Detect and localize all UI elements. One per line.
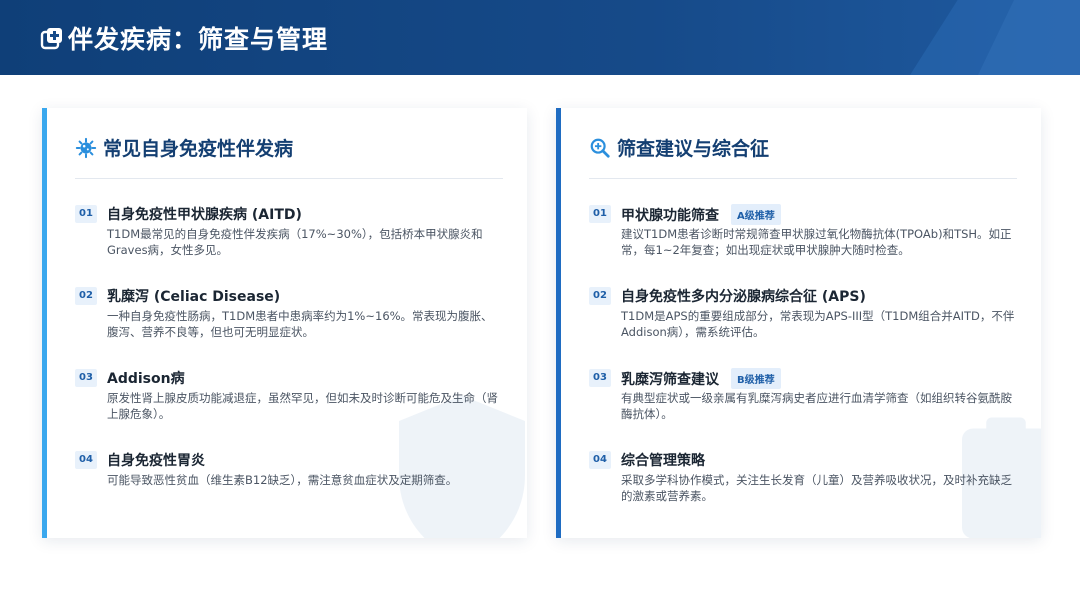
item-title: 综合管理策略	[621, 453, 705, 469]
item-number: 01	[589, 205, 611, 223]
item-title: Addison病	[107, 371, 185, 387]
item-number: 01	[75, 205, 97, 223]
item-title: 自身免疫性多内分泌腺病综合征 (APS)	[621, 289, 866, 305]
item-title: 自身免疫性胃炎	[107, 453, 205, 469]
item-title-row: 乳糜泻 (Celiac Disease)	[107, 286, 280, 306]
divider	[589, 178, 1017, 179]
item-title-row: 自身免疫性胃炎	[107, 450, 205, 470]
item-number: 03	[589, 369, 611, 387]
right-card: 筛查建议与综合征 01 甲状腺功能筛查 A级推荐 建议T1DM患者诊断时常规筛查…	[556, 108, 1041, 538]
item-description: 采取多学科协作模式，关注生长发育（儿童）及营养吸收状况，及时补充缺乏的激素或营养…	[621, 473, 1012, 503]
item-title: 自身免疫性甲状腺疾病 (AITD)	[107, 207, 302, 223]
item-number: 02	[589, 287, 611, 305]
item-title-row: 自身免疫性多内分泌腺病综合征 (APS)	[621, 286, 866, 306]
item-number: 03	[75, 369, 97, 387]
item-title: 乳糜泻筛查建议	[621, 371, 719, 388]
header-bar: 伴发疾病：筛查与管理	[0, 0, 1080, 75]
item-description: 原发性肾上腺皮质功能减退症，虽然罕见，但如未及时诊断可能危及生命（肾上腺危象）。	[107, 391, 498, 421]
item-number: 04	[75, 451, 97, 469]
recommendation-badge: A级推荐	[731, 204, 781, 225]
left-card-title: 常见自身免疫性伴发病	[103, 138, 294, 160]
item-number: 02	[75, 287, 97, 305]
item-title-row: 乳糜泻筛查建议 B级推荐	[621, 368, 781, 389]
recommendation-badge: B级推荐	[731, 368, 781, 389]
item-description: 建议T1DM患者诊断时常规筛查甲状腺过氧化物酶抗体(TPOAb)和TSH。如正常…	[621, 227, 1012, 257]
search-plus-icon	[590, 138, 610, 158]
item-description: 可能导致恶性贫血（维生素B12缺乏），需注意贫血症状及定期筛查。	[107, 473, 458, 487]
item-title: 乳糜泻 (Celiac Disease)	[107, 289, 281, 305]
item-number: 04	[589, 451, 611, 469]
item-description: T1DM最常见的自身免疫性伴发疾病（17%~30%），包括桥本甲状腺炎和Grav…	[107, 227, 483, 257]
left-card-header: 常见自身免疫性伴发病	[75, 134, 293, 161]
item-description: 有典型症状或一级亲属有乳糜泻病史者应进行血清学筛查（如组织转谷氨酰胺酶抗体）。	[621, 391, 1012, 421]
medical-cross-icon	[40, 28, 62, 50]
item-title-row: 甲状腺功能筛查 A级推荐	[621, 204, 781, 225]
right-card-title: 筛查建议与综合征	[617, 138, 770, 160]
virus-icon	[75, 137, 97, 158]
item-title: 甲状腺功能筛查	[621, 207, 719, 224]
item-description: T1DM是APS的重要组成部分，常表现为APS-III型（T1DM组合并AITD…	[621, 309, 1015, 339]
item-title-row: 自身免疫性甲状腺疾病 (AITD)	[107, 204, 302, 224]
item-title-row: 综合管理策略	[621, 450, 705, 470]
divider	[75, 178, 503, 179]
title-group: 伴发疾病：筛查与管理	[40, 18, 328, 58]
item-title-row: Addison病	[107, 368, 185, 388]
right-card-header: 筛查建议与综合征	[589, 134, 769, 161]
left-card: 常见自身免疫性伴发病 01 自身免疫性甲状腺疾病 (AITD) T1DM最常见的…	[42, 108, 527, 538]
item-description: 一种自身免疫性肠病，T1DM患者中患病率约为1%~16%。常表现为腹胀、腹泻、营…	[107, 309, 493, 339]
page-title: 伴发疾病：筛查与管理	[68, 25, 329, 54]
